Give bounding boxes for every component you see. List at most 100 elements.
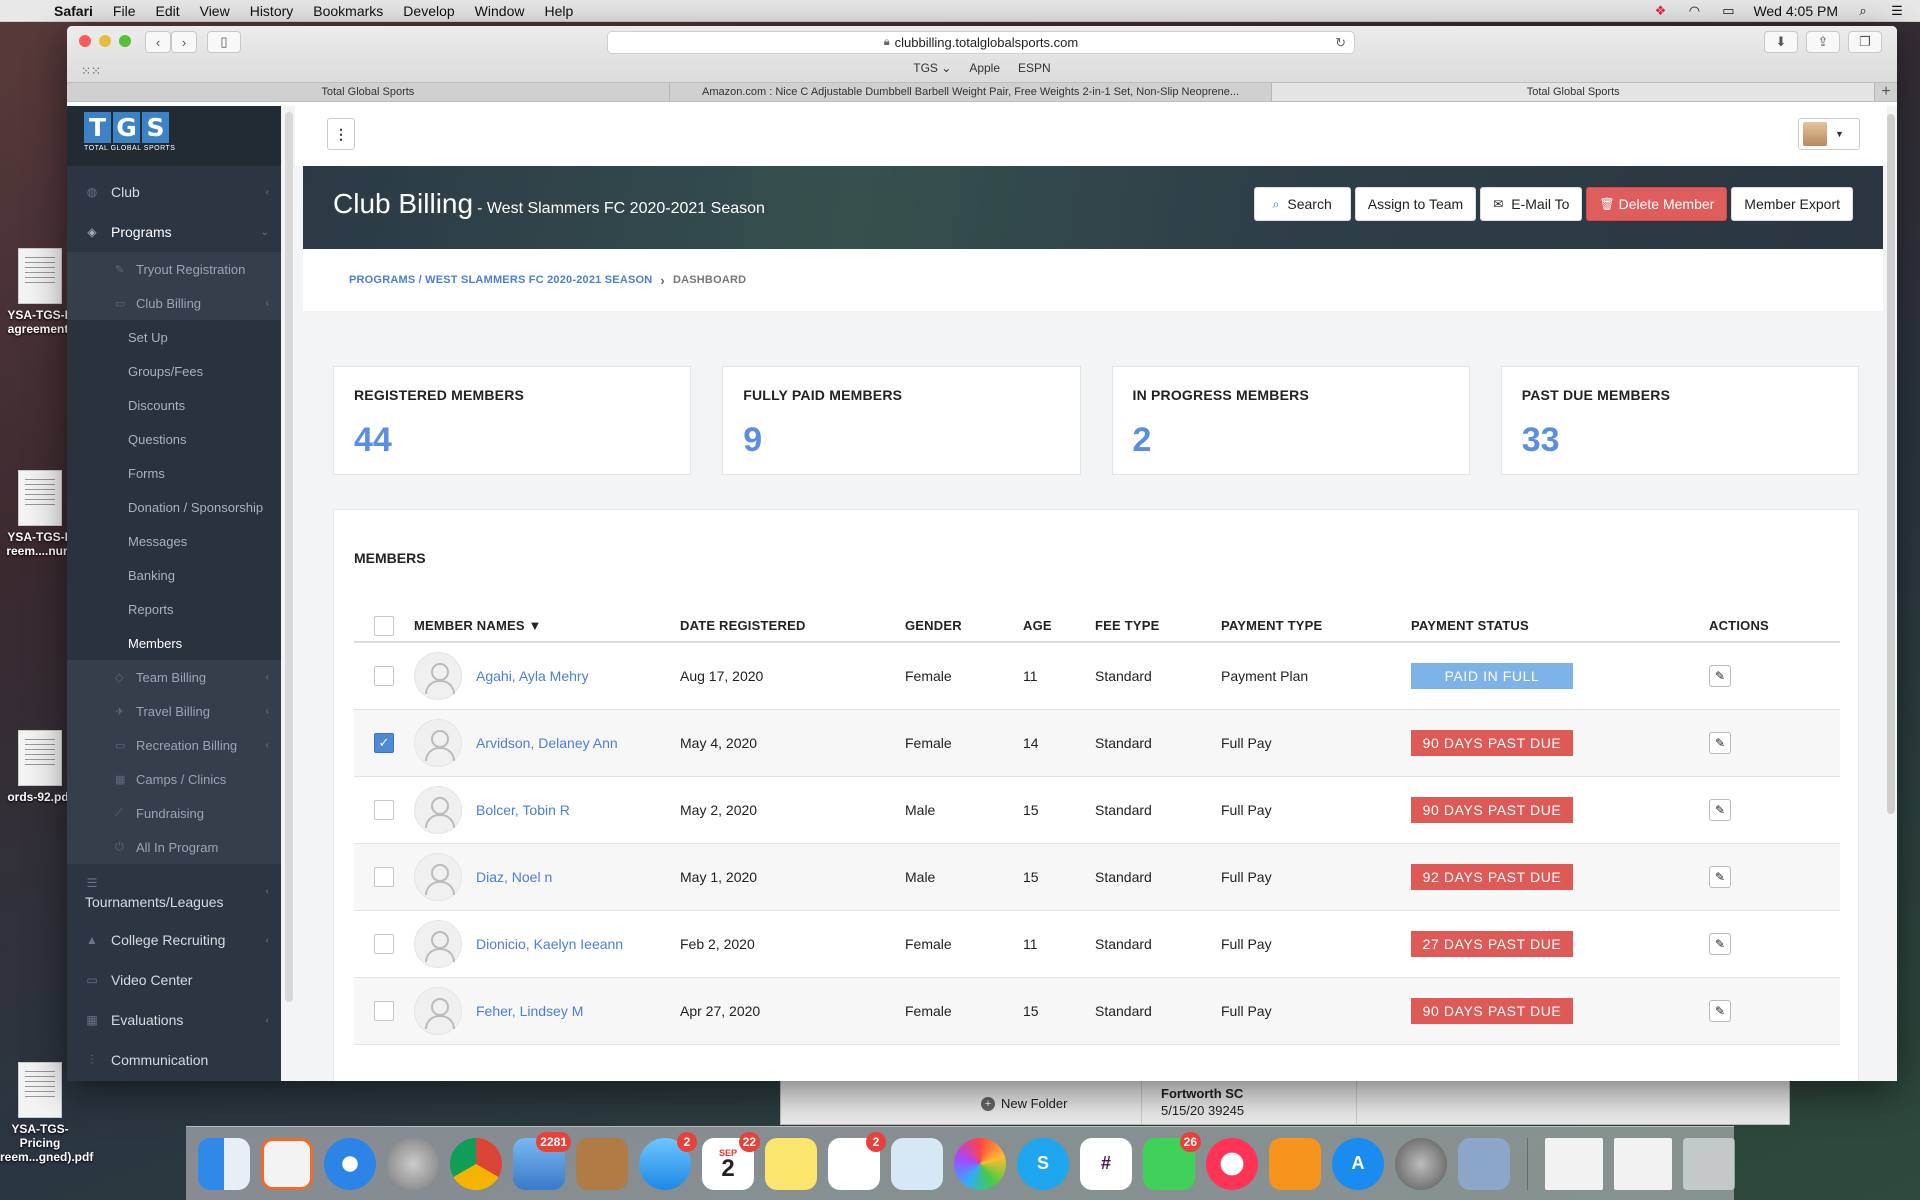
sidebar-item-groups-fees[interactable]: Groups/Fees [67,354,281,388]
favorite-espn[interactable]: ESPN [1018,61,1051,75]
tab-amazon[interactable]: Amazon.com : Nice C Adjustable Dumbbell … [670,83,1273,101]
edit-member-button[interactable]: ✎ [1709,932,1731,955]
notes-icon[interactable] [765,1137,817,1190]
tab-total-global-sports[interactable]: Total Global Sports [67,83,670,101]
mail-icon[interactable]: 2281 [513,1131,571,1190]
sidebar-item-college-recruiting[interactable]: ▲ College Recruiting ‹ [67,920,281,960]
select-all-checkbox[interactable] [374,615,394,636]
member-name-link[interactable]: Agahi, Ayla Mehry [476,668,589,684]
sidebar-item-evaluations[interactable]: ▦ Evaluations ‹ [67,1000,281,1040]
skype-icon[interactable]: S [1017,1137,1069,1190]
row-checkbox[interactable] [374,933,394,954]
sidebar-item-banking[interactable]: Banking [67,558,281,592]
app-icon[interactable] [261,1137,313,1190]
table-row[interactable]: Bolcer, Tobin R May 2, 2020 Male 15 Standard… [354,776,1840,844]
search-button[interactable]: ⌕ Search [1253,187,1351,221]
sidebar-item-all-in-program[interactable]: ⏻ All In Program [67,830,281,864]
chrome-icon[interactable] [450,1137,502,1190]
back-button[interactable]: ‹ [145,31,171,53]
table-row[interactable]: ✓ Arvidson, Delaney Ann May 4, 2020 Female 1… [354,709,1840,777]
edit-member-button[interactable]: ✎ [1709,999,1731,1022]
member-name-link[interactable]: Arvidson, Delaney Ann [476,735,618,751]
delete-member-button[interactable]: 🗑︎ Delete Member [1586,187,1728,221]
sidebar-item-fundraising[interactable]: ⟋ Fundraising [67,796,281,830]
address-bar[interactable]: 🔒︎ clubbilling.totalglobalsports.com ↻ [607,31,1355,54]
close-window-button[interactable] [79,35,91,47]
sidebar-item-camps[interactable]: ▦ Camps / Clinics [67,762,281,796]
menu-history[interactable]: History [240,3,304,19]
sidebar-item-messages[interactable]: Messages [67,524,281,558]
menu-safari[interactable]: Safari [44,3,103,19]
row-checkbox[interactable]: ✓ [374,732,394,753]
sidebar-item-questions[interactable]: Questions [67,422,281,456]
trash-icon[interactable] [1683,1137,1735,1190]
breadcrumb-program-link[interactable]: PROGRAMS / WEST SLAMMERS FC 2020-2021 SE… [349,274,652,286]
sidebar-toggle-button[interactable]: ▯ [207,31,241,53]
safari-icon[interactable] [324,1137,376,1190]
sidebar-item-donation[interactable]: Donation / Sponsorship [67,490,281,524]
sidebar-item-setup[interactable]: Set Up [67,320,281,354]
calendar-icon[interactable]: SEP 2 22 [702,1131,760,1190]
sidebar-item-reports[interactable]: Reports [67,592,281,626]
battery-icon[interactable]: ▭ [1719,3,1737,18]
menu-file[interactable]: File [103,3,146,19]
menu-help[interactable]: Help [534,3,583,19]
tab-total-global-sports-active[interactable]: Total Global Sports [1272,83,1876,101]
member-export-button[interactable]: Member Export [1731,187,1853,221]
menu-window[interactable]: Window [465,3,535,19]
folder-stack-icon[interactable] [1545,1137,1603,1190]
column-member-names[interactable]: MEMBER NAMES ▼ [414,610,680,643]
app-store-icon[interactable]: A [1332,1137,1384,1190]
member-name-link[interactable]: Feher, Lindsey M [476,1003,583,1019]
edit-member-button[interactable]: ✎ [1709,865,1731,888]
page-scrollbar[interactable] [1887,114,1895,814]
favorite-apple[interactable]: Apple [969,61,1000,75]
sidebar-item-programs[interactable]: ◈ Programs ⌄ [67,212,281,252]
downloads-button[interactable]: ⬇ [1764,31,1798,53]
photos-icon[interactable] [954,1137,1006,1190]
sidebar-item-club[interactable]: ◍ Club ‹ [67,172,281,212]
facetime-icon[interactable]: 26 [1143,1131,1201,1190]
table-row[interactable]: Dionicio, Kaelyn Ieeann Feb 2, 2020 Female… [354,910,1840,978]
folder-stack-icon[interactable] [1614,1137,1672,1190]
table-row[interactable]: Feher, Lindsey M Apr 27, 2020 Female 15 Stan… [354,977,1840,1045]
row-checkbox[interactable] [374,866,394,887]
tgs-logo[interactable]: T G S TOTAL GLOBAL SPORTS [67,106,281,166]
sidebar-item-members[interactable]: Members [67,626,281,660]
email-to-button[interactable]: ✉ E-Mail To [1480,187,1583,221]
sidebar-item-tryout[interactable]: ✎ Tryout Registration [67,252,281,286]
more-options-button[interactable]: ⋮ [327,118,355,150]
menu-edit[interactable]: Edit [145,3,189,19]
member-name-link[interactable]: Diaz, Noel n [476,869,552,885]
user-menu-button[interactable]: ▼ [1798,118,1860,150]
books-icon[interactable] [1269,1137,1321,1190]
new-tab-button[interactable]: + [1875,83,1897,101]
menu-view[interactable]: View [190,3,240,19]
sidebar-item-travel-billing[interactable]: ✈ Travel Billing ‹ [67,694,281,728]
reload-icon[interactable]: ↻ [1335,35,1346,51]
menubar-clock[interactable]: Wed 4:05 PM [1753,3,1838,19]
share-button[interactable]: ⇪ [1806,31,1840,53]
sidebar-item-team-billing[interactable]: ◇ Team Billing ‹ [67,660,281,694]
forward-button[interactable]: › [171,31,197,53]
sidebar-item-discounts[interactable]: Discounts [67,388,281,422]
image-capture-icon[interactable] [1458,1137,1510,1190]
table-row[interactable]: Diaz, Noel n May 1, 2020 Male 15 Standard Ful… [354,843,1840,911]
reminders-icon[interactable]: 2 [828,1131,886,1190]
sidebar-item-club-billing[interactable]: ▭ Club Billing ‹ [67,286,281,320]
messages-icon[interactable]: 2 [639,1131,697,1190]
tabs-overview-button[interactable]: ❐ [1848,31,1882,53]
sidebar-item-video-center[interactable]: ▭ Video Center [67,960,281,1000]
preview-icon[interactable] [891,1137,943,1190]
assign-to-team-button[interactable]: Assign to Team [1354,187,1477,221]
contacts-icon[interactable] [576,1137,628,1190]
system-preferences-icon[interactable] [1395,1137,1447,1190]
zoom-window-button[interactable] [119,35,131,47]
member-name-link[interactable]: Bolcer, Tobin R [476,802,570,818]
edit-member-button[interactable]: ✎ [1709,798,1731,821]
member-name-link[interactable]: Dionicio, Kaelyn Ieeann [476,936,623,952]
table-row[interactable]: Agahi, Ayla Mehry Aug 17, 2020 Female 11 Sta… [354,642,1840,710]
slack-icon[interactable]: # [1080,1137,1132,1190]
menu-bookmarks[interactable]: Bookmarks [303,3,393,19]
launchpad-icon[interactable] [387,1137,439,1190]
